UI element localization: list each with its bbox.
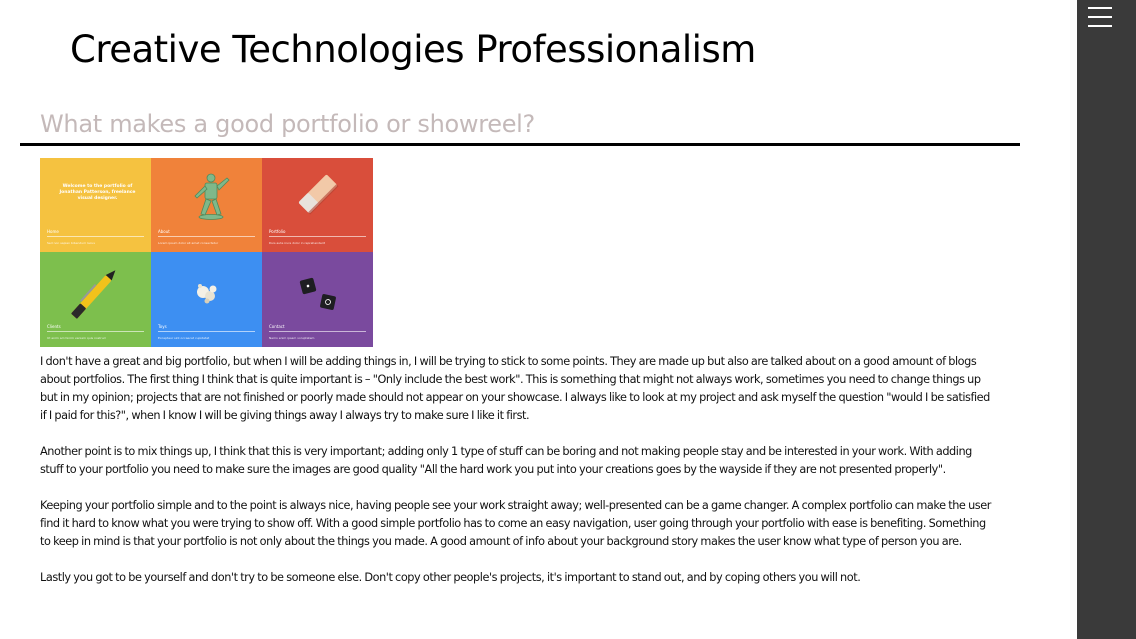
portfolio-screenshot-image: Welcome to the portfolio of Jonathan Pat… <box>40 158 373 347</box>
image-tile-caption: Nemo enim ipsam voluptatem <box>269 336 315 340</box>
image-tile-label: Clients <box>47 324 61 329</box>
post-title: What makes a good portfolio or showreel? <box>40 110 535 138</box>
site-title[interactable]: Creative Technologies Professionalism <box>70 28 756 71</box>
eraser-icon <box>299 175 339 215</box>
image-tile-label: About <box>158 229 170 234</box>
cotton-balls-icon <box>197 284 217 304</box>
main-content: Creative Technologies Professionalism Wh… <box>0 0 1077 639</box>
image-welcome-text: Welcome to the portfolio of Jonathan Pat… <box>59 184 136 201</box>
image-tile-caption: Lorem ipsum dolor sit amet consectetur <box>158 241 219 245</box>
toy-soldier-icon <box>194 173 230 220</box>
image-tile-caption: Excepteur sint occaecat cupidatat <box>158 336 210 340</box>
image-tile-divider <box>269 236 366 237</box>
image-tile-divider <box>47 331 144 332</box>
image-tile-label: Portfolio <box>269 229 286 234</box>
image-tile-label: Contact <box>269 324 285 329</box>
sidebar <box>1077 0 1136 639</box>
image-tile-label: Toys <box>158 324 167 329</box>
image-tile-caption: Duis aute irure dolor in reprehenderit <box>269 241 326 245</box>
image-tile-home: Welcome to the portfolio of Jonathan Pat… <box>40 158 151 252</box>
image-tile-label: Home <box>47 229 59 234</box>
post-body: I don't have a great and big portfolio, … <box>40 353 995 605</box>
hamburger-menu-icon[interactable] <box>1086 3 1114 31</box>
title-divider <box>20 143 1020 146</box>
image-tile-toys: Toys Excepteur sint occaecat cupidatat <box>151 252 262 347</box>
image-tile-contact: Contact Nemo enim ipsam voluptatem <box>262 252 373 347</box>
image-tile-clients: Clients Ut enim ad minim veniam quis nos… <box>40 252 151 347</box>
dice-icon <box>299 277 336 310</box>
image-tile-divider <box>158 331 255 332</box>
image-tile-divider <box>158 236 255 237</box>
image-tile-about: About Lorem ipsum dolor sit amet consect… <box>151 158 262 252</box>
image-tile-divider <box>269 331 366 332</box>
image-tile-divider <box>47 236 144 237</box>
body-paragraph: I don't have a great and big portfolio, … <box>40 355 990 422</box>
image-tile-caption: Ut enim ad minim veniam quis nostrud <box>47 336 106 340</box>
body-paragraph: Another point is to mix things up, I thi… <box>40 445 972 476</box>
image-tile-portfolio: Portfolio Duis aute irure dolor in repre… <box>262 158 373 252</box>
pen-icon <box>71 270 116 319</box>
image-tile-caption: Sed non sapien bibendum lacus <box>47 241 95 245</box>
body-paragraph: Keeping your portfolio simple and to the… <box>40 499 991 548</box>
body-paragraph: Lastly you got to be yourself and don't … <box>40 571 861 584</box>
